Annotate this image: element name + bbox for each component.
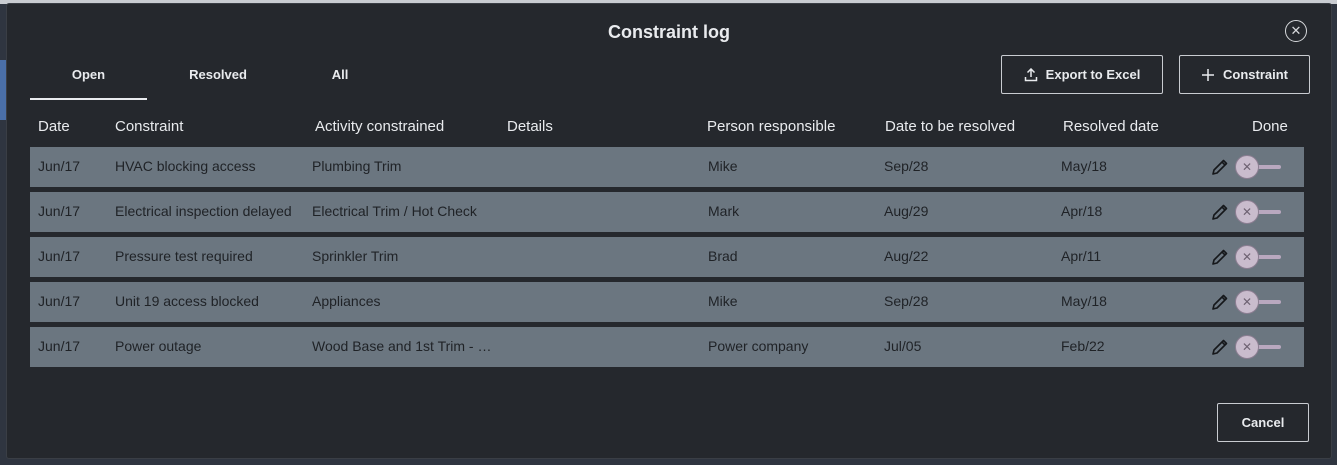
column-header-activity: Activity constrained bbox=[315, 118, 445, 135]
close-icon[interactable]: ✕ bbox=[1285, 20, 1307, 42]
column-header-person: Person responsible bbox=[707, 118, 836, 135]
cell-due-date: Aug/22 bbox=[884, 248, 929, 264]
edit-pencil-icon[interactable] bbox=[1210, 247, 1230, 267]
cell-date: Jun/17 bbox=[38, 248, 81, 264]
export-label: Export to Excel bbox=[1045, 67, 1141, 82]
column-header-resolved-date: Resolved date bbox=[1063, 118, 1159, 135]
cell-constraint: Power outage bbox=[115, 338, 202, 354]
done-toggle-off-icon[interactable]: ✕ bbox=[1235, 290, 1259, 314]
plus-icon bbox=[1201, 68, 1215, 82]
column-header-done: Done bbox=[1252, 118, 1288, 135]
cell-date: Jun/17 bbox=[38, 203, 81, 219]
edit-pencil-icon[interactable] bbox=[1210, 337, 1230, 357]
dialog-title: Constraint log bbox=[608, 22, 730, 42]
cell-resolved-date: May/18 bbox=[1061, 158, 1107, 174]
cell-person: Mike bbox=[708, 158, 738, 174]
cell-resolved-date: Apr/18 bbox=[1061, 203, 1103, 219]
cell-activity: Sprinkler Trim bbox=[312, 248, 399, 264]
cell-due-date: Jul/05 bbox=[884, 338, 922, 354]
edit-pencil-icon[interactable] bbox=[1210, 202, 1230, 222]
cell-constraint: Unit 19 access blocked bbox=[115, 293, 259, 309]
cell-person: Power company bbox=[708, 338, 809, 354]
cell-due-date: Sep/28 bbox=[884, 158, 929, 174]
column-header-date: Date bbox=[38, 118, 70, 135]
cell-constraint: Electrical inspection delayed bbox=[115, 203, 292, 219]
cell-date: Jun/17 bbox=[38, 158, 81, 174]
constraint-log-dialog: Constraint log ✕ Open Resolved All Expor… bbox=[6, 3, 1332, 459]
cell-activity: Appliances bbox=[312, 293, 381, 309]
done-toggle-off-icon[interactable]: ✕ bbox=[1235, 200, 1259, 224]
cell-due-date: Sep/28 bbox=[884, 293, 929, 309]
done-toggle-off-icon[interactable]: ✕ bbox=[1235, 155, 1259, 179]
add-constraint-button[interactable]: Constraint bbox=[1179, 55, 1310, 94]
table-row[interactable]: Jun/17 Pressure test required Sprinkler … bbox=[30, 237, 1304, 277]
cell-activity: Electrical Trim / Hot Check bbox=[312, 203, 477, 219]
constraint-table-body: Jun/17 HVAC blocking access Plumbing Tri… bbox=[30, 147, 1304, 372]
done-toggle-off-icon[interactable]: ✕ bbox=[1235, 245, 1259, 269]
table-row[interactable]: Jun/17 Power outage Wood Base and 1st Tr… bbox=[30, 327, 1304, 367]
column-header-details: Details bbox=[507, 118, 553, 135]
table-row[interactable]: Jun/17 Electrical inspection delayed Ele… bbox=[30, 192, 1304, 232]
cell-date: Jun/17 bbox=[38, 293, 81, 309]
cancel-button[interactable]: Cancel bbox=[1217, 403, 1309, 442]
export-to-excel-button[interactable]: Export to Excel bbox=[1001, 55, 1163, 94]
table-row[interactable]: Jun/17 Unit 19 access blocked Appliances… bbox=[30, 282, 1304, 322]
tab-all[interactable]: All bbox=[300, 56, 380, 98]
cell-activity: Plumbing Trim bbox=[312, 158, 402, 174]
cell-resolved-date: Feb/22 bbox=[1061, 338, 1105, 354]
cell-date: Jun/17 bbox=[38, 338, 81, 354]
table-row[interactable]: Jun/17 HVAC blocking access Plumbing Tri… bbox=[30, 147, 1304, 187]
done-toggle-off-icon[interactable]: ✕ bbox=[1235, 335, 1259, 359]
upload-icon bbox=[1024, 67, 1038, 82]
tab-open[interactable]: Open bbox=[30, 56, 147, 100]
add-constraint-label: Constraint bbox=[1223, 67, 1288, 82]
cell-person: Mike bbox=[708, 293, 738, 309]
cell-constraint: HVAC blocking access bbox=[115, 158, 256, 174]
cell-resolved-date: Apr/11 bbox=[1061, 248, 1102, 264]
cell-person: Brad bbox=[708, 248, 738, 264]
column-header-due-date: Date to be resolved bbox=[885, 118, 1016, 135]
cell-resolved-date: May/18 bbox=[1061, 293, 1107, 309]
edit-pencil-icon[interactable] bbox=[1210, 292, 1230, 312]
cell-due-date: Aug/29 bbox=[884, 203, 929, 219]
tab-resolved[interactable]: Resolved bbox=[165, 56, 271, 98]
cell-person: Mark bbox=[708, 203, 740, 219]
cell-constraint: Pressure test required bbox=[115, 248, 253, 264]
column-header-constraint: Constraint bbox=[115, 118, 184, 135]
cell-activity: Wood Base and 1st Trim - … bbox=[312, 338, 492, 354]
table-header: Date Constraint Activity constrained Det… bbox=[30, 116, 1304, 138]
edit-pencil-icon[interactable] bbox=[1210, 157, 1230, 177]
